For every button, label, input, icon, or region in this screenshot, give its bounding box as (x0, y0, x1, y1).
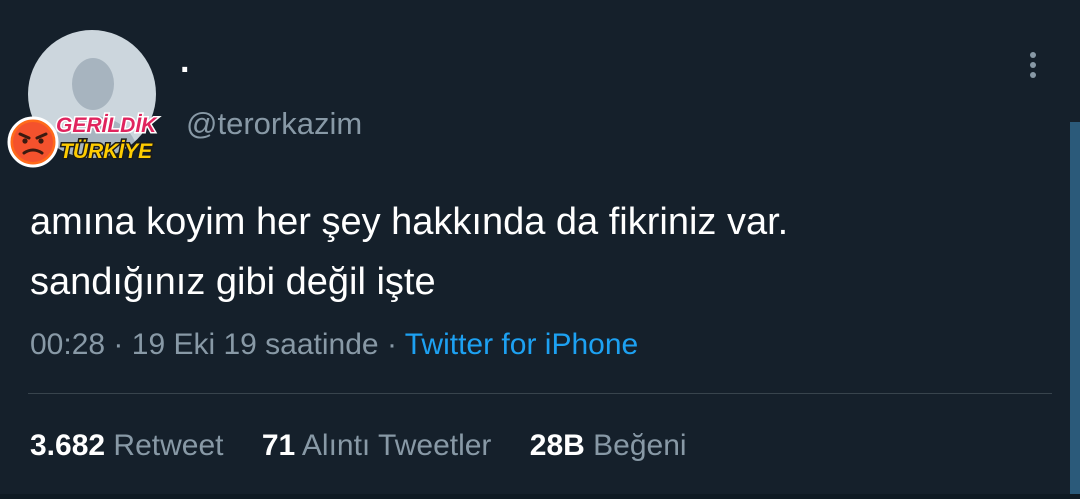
meta-separator: · (386, 328, 397, 361)
display-name[interactable]: · (180, 50, 191, 90)
tweet-source-link[interactable]: Twitter for iPhone (405, 328, 638, 361)
likes-stat[interactable]: 28B Beğeni (530, 426, 687, 466)
retweets-label: Retweet (113, 429, 224, 462)
retweets-count: 3.682 (30, 429, 106, 462)
watermark-logo: GERİLDİK TÜRKİYE (7, 113, 160, 168)
watermark-line1: GERİLDİK (56, 114, 158, 137)
meta-separator: · (113, 328, 124, 361)
tweet-text-line: sandığınız gibi değil işte (30, 261, 436, 303)
tweet-date: 19 Eki 19 saatinde (131, 328, 379, 361)
divider (28, 393, 1052, 394)
quotes-count: 71 (261, 429, 296, 462)
retweets-stat[interactable]: 3.682 Retweet (30, 426, 223, 466)
quotes-stat[interactable]: 71 Alıntı Tweetler (262, 426, 492, 466)
user-handle[interactable]: @terorkazim (186, 106, 362, 142)
scrollbar[interactable] (1070, 122, 1080, 499)
likes-count: 28B (529, 429, 585, 462)
tweet-text: amına koyim her şey hakkında da fikriniz… (30, 192, 1050, 312)
avatar-placeholder-head (72, 58, 114, 110)
more-vertical-icon[interactable] (1020, 52, 1046, 86)
quotes-label: Alıntı Tweetler (301, 429, 492, 462)
tweet-time: 00:28 (30, 328, 106, 361)
bottom-edge (0, 494, 1080, 499)
tweet-detail-screen: · @terorkazim GERİLDİK TÜRKİYE amına koy… (0, 0, 1080, 499)
watermark-line2: TÜRKİYE (60, 140, 153, 163)
angry-face-icon (7, 116, 59, 168)
likes-label: Beğeni (593, 429, 687, 462)
tweet-meta: 00:28 · 19 Eki 19 saatinde · Twitter for… (30, 325, 638, 365)
tweet-text-line: amına koyim her şey hakkında da fikriniz… (30, 201, 789, 243)
tweet-stats: 3.682 Retweet 71 Alıntı Tweetler 28B Beğ… (30, 426, 687, 466)
